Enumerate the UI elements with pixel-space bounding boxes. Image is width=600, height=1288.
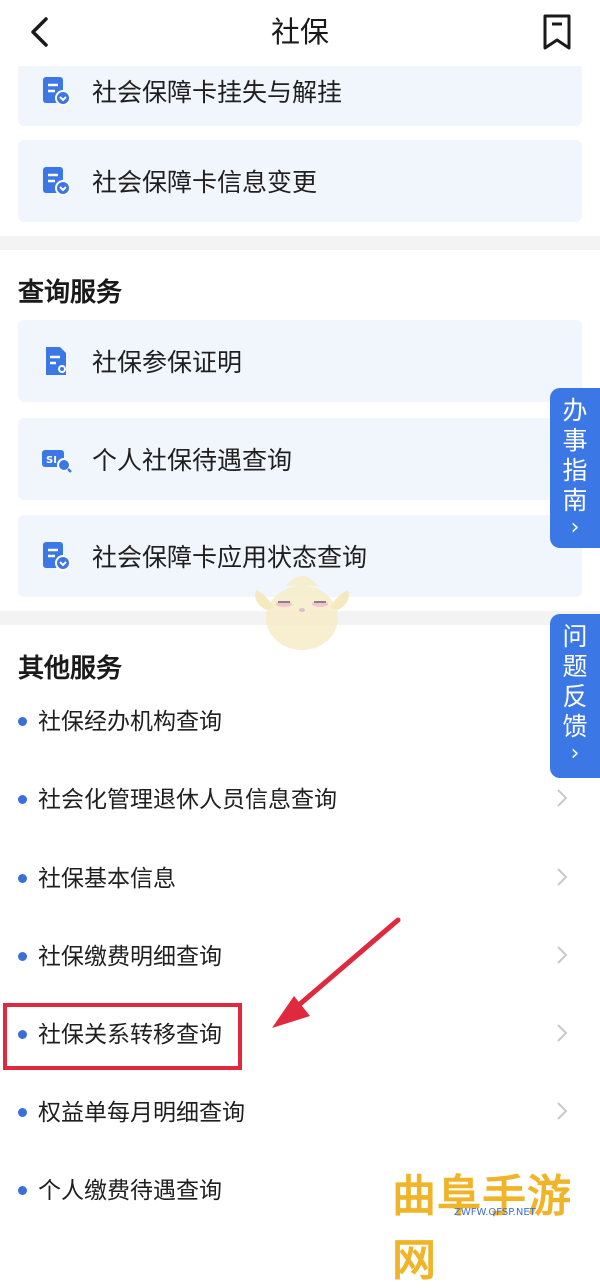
bullet-dot (18, 874, 27, 883)
list-item-agency-query[interactable]: 社保经办机构查询 (18, 690, 582, 750)
guide-tab-label: 办事指南 (562, 396, 588, 515)
certificate-icon (46, 347, 66, 375)
svg-text:SI: SI (46, 455, 57, 466)
bookmark-icon[interactable] (540, 13, 574, 51)
chevron-right-icon (557, 789, 568, 807)
card-label: 社保参保证明 (92, 348, 243, 377)
chevron-right-icon: › (570, 515, 580, 540)
chevron-right-icon (557, 1102, 568, 1120)
service-card-insurance-proof[interactable]: 社保参保证明 (18, 320, 582, 402)
list-item-label: 个人缴费待遇查询 (38, 1178, 222, 1204)
mascot-illustration (255, 576, 349, 650)
feedback-tab-label: 问题反馈 (562, 622, 588, 741)
bullet-dot (18, 717, 27, 726)
chevron-right-icon: › (570, 741, 580, 766)
document-download-icon (43, 167, 71, 196)
list-item-label: 社保经办机构查询 (38, 709, 222, 735)
bullet-dot (18, 795, 27, 804)
bullet-dot (18, 1108, 27, 1117)
bullet-dot (18, 1186, 27, 1195)
app-header: 社保 (0, 0, 600, 66)
list-item-basic-info[interactable]: 社保基本信息 (18, 847, 582, 907)
list-item-monthly-statement[interactable]: 权益单每月明细查询 (18, 1081, 582, 1141)
red-arrow-annotation (272, 917, 401, 1028)
card-label: 个人社保待遇查询 (92, 446, 293, 475)
card-label: 社会保障卡挂失与解挂 (92, 78, 343, 107)
card-label: 社会保障卡信息变更 (92, 168, 318, 197)
highlight-box (3, 1003, 242, 1070)
service-card-benefit-query[interactable]: SI 个人社保待遇查询 (18, 418, 582, 500)
list-item-retiree-info[interactable]: 社会化管理退休人员信息查询 (18, 768, 582, 828)
list-item-label: 社保缴费明细查询 (38, 944, 222, 970)
service-card-card-loss[interactable]: 社会保障卡挂失与解挂 (18, 56, 582, 126)
document-download-icon (43, 77, 71, 106)
list-item-label: 社会化管理退休人员信息查询 (38, 787, 337, 813)
page-title: 社保 (270, 15, 329, 49)
watermark-logo: 曲阜手游网 (392, 1171, 572, 1286)
feedback-side-tab[interactable]: 问题反馈 › (550, 614, 600, 778)
section-title-query: 查询服务 (18, 278, 123, 308)
bullet-dot (18, 952, 27, 961)
list-item-label: 社保基本信息 (38, 866, 176, 892)
chevron-right-icon (557, 868, 568, 886)
guide-side-tab[interactable]: 办事指南 › (550, 388, 600, 548)
service-card-info-change[interactable]: 社会保障卡信息变更 (18, 140, 582, 222)
si-search-icon: SI (42, 450, 72, 473)
chevron-right-icon (557, 946, 568, 964)
document-download-icon (43, 542, 71, 571)
list-item-label: 权益单每月明细查询 (38, 1100, 245, 1126)
watermark-url: ZWFW.QFSP.NET (454, 1207, 536, 1218)
section-title-other: 其他服务 (18, 654, 123, 684)
chevron-right-icon (557, 1024, 568, 1042)
section-divider (0, 236, 600, 250)
